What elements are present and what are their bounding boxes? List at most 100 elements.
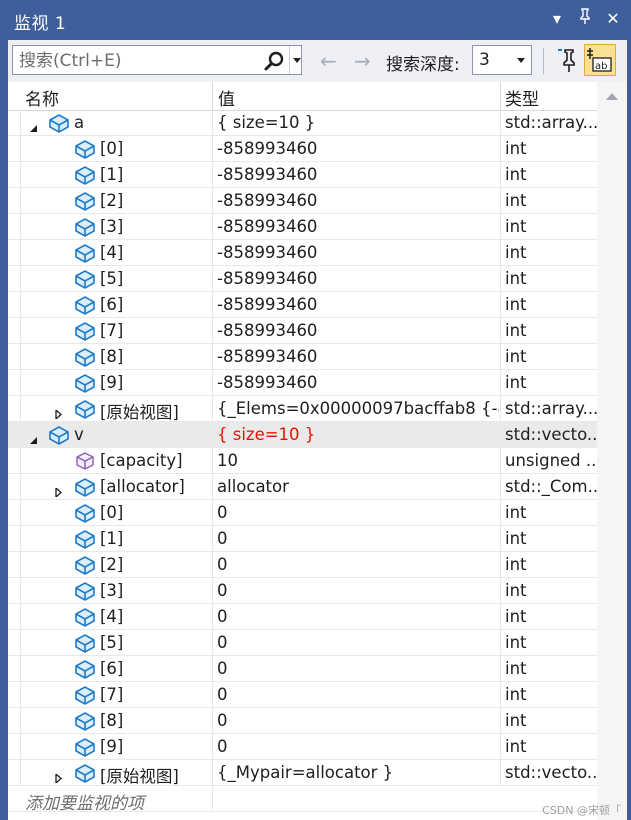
expand-triangle-icon[interactable] (54, 482, 63, 499)
pin-icon[interactable] (577, 8, 593, 28)
add-watch-placeholder[interactable]: 添加要监视的项 (25, 789, 144, 814)
row-value[interactable]: 0 (217, 581, 499, 600)
expand-triangle-icon[interactable] (54, 404, 63, 421)
row-value[interactable]: -858993460 (217, 165, 499, 184)
row-value[interactable]: allocator (217, 477, 499, 496)
search-input[interactable] (19, 51, 259, 71)
watch-row[interactable]: [8] 0 int (8, 708, 597, 734)
row-value[interactable]: { size=10 } (217, 425, 499, 444)
row-value[interactable]: -858993460 (217, 139, 499, 158)
row-value[interactable]: {_Elems=0x00000097bacffab8 {-8... (217, 399, 499, 418)
search-history-dropdown[interactable] (289, 46, 303, 74)
row-name[interactable]: [8] (100, 711, 123, 730)
pin-to-source-icon[interactable] (552, 46, 578, 74)
watch-row[interactable]: [6] -858993460 int (8, 292, 597, 318)
watch-row[interactable]: [4] -858993460 int (8, 240, 597, 266)
watch-row[interactable]: [7] -858993460 int (8, 318, 597, 344)
row-name[interactable]: [7] (100, 321, 123, 340)
row-name[interactable]: [4] (100, 607, 123, 626)
row-value[interactable]: -858993460 (217, 347, 499, 366)
watch-row[interactable]: [capacity] 10 unsigned ... (8, 448, 597, 474)
watch-row[interactable]: [0] -858993460 int (8, 136, 597, 162)
collapse-triangle-icon[interactable] (29, 430, 38, 444)
row-value[interactable]: 0 (217, 555, 499, 574)
column-header-type[interactable]: 类型 (505, 85, 539, 110)
row-name[interactable]: [2] (100, 555, 123, 574)
title-bar[interactable]: 监视 1 ▾ ✕ (8, 0, 627, 40)
row-name[interactable]: [4] (100, 243, 123, 262)
row-value[interactable]: -858993460 (217, 217, 499, 236)
watch-row[interactable]: [9] -858993460 int (8, 370, 597, 396)
row-name[interactable]: [0] (100, 139, 123, 158)
row-value[interactable]: -858993460 (217, 191, 499, 210)
row-value[interactable]: -858993460 (217, 269, 499, 288)
row-name[interactable]: [0] (100, 503, 123, 522)
search-icon[interactable] (263, 50, 285, 72)
row-name[interactable]: [7] (100, 685, 123, 704)
row-name[interactable]: [1] (100, 165, 123, 184)
watch-row[interactable]: [5] -858993460 int (8, 266, 597, 292)
column-header-value[interactable]: 值 (218, 85, 235, 110)
row-value[interactable]: -858993460 (217, 321, 499, 340)
row-name[interactable]: v (74, 425, 84, 444)
row-name[interactable]: [6] (100, 295, 123, 314)
column-separator[interactable] (500, 82, 501, 110)
row-value[interactable]: 0 (217, 711, 499, 730)
watch-row[interactable]: [9] 0 int (8, 734, 597, 760)
row-value[interactable]: { size=10 } (217, 113, 499, 132)
row-name[interactable]: [8] (100, 347, 123, 366)
watch-row[interactable]: [3] 0 int (8, 578, 597, 604)
watch-row[interactable]: [2] 0 int (8, 552, 597, 578)
collapse-triangle-icon[interactable] (29, 118, 38, 132)
watch-row[interactable]: [2] -858993460 int (8, 188, 597, 214)
row-value[interactable]: 0 (217, 529, 499, 548)
row-value[interactable]: 0 (217, 607, 499, 626)
row-value[interactable]: 0 (217, 737, 499, 756)
row-value[interactable]: -858993460 (217, 243, 499, 262)
expand-triangle-icon[interactable] (54, 768, 63, 785)
row-value[interactable]: 0 (217, 685, 499, 704)
row-value[interactable]: 10 (217, 451, 499, 470)
row-name[interactable]: [原始视图] (100, 399, 179, 423)
watch-row[interactable]: [allocator] allocator std::_Com... (8, 474, 597, 500)
watch-row[interactable]: [3] -858993460 int (8, 214, 597, 240)
column-separator[interactable] (212, 82, 213, 110)
row-name[interactable]: [capacity] (100, 451, 183, 470)
row-name[interactable]: [原始视图] (100, 763, 179, 787)
row-value[interactable]: 0 (217, 503, 499, 522)
watch-row[interactable]: [1] 0 int (8, 526, 597, 552)
add-watch-row[interactable]: 添加要监视的项 (8, 786, 597, 814)
row-value[interactable]: 0 (217, 659, 499, 678)
watch-row[interactable]: v { size=10 } std::vecto... (8, 422, 597, 448)
row-name[interactable]: [3] (100, 217, 123, 236)
search-depth-select[interactable]: 3 (472, 45, 532, 75)
row-name[interactable]: [6] (100, 659, 123, 678)
row-name[interactable]: [5] (100, 269, 123, 288)
row-name[interactable]: [5] (100, 633, 123, 652)
watch-row[interactable]: [4] 0 int (8, 604, 597, 630)
row-name[interactable]: [3] (100, 581, 123, 600)
dropdown-icon[interactable]: ▾ (549, 9, 565, 28)
row-value[interactable]: 0 (217, 633, 499, 652)
watch-row[interactable]: [5] 0 int (8, 630, 597, 656)
column-header-name[interactable]: 名称 (25, 85, 59, 110)
row-value[interactable]: {_Mypair=allocator } (217, 763, 499, 782)
watch-row[interactable]: [1] -858993460 int (8, 162, 597, 188)
watch-row[interactable]: [原始视图] {_Elems=0x00000097bacffab8 {-8... s… (8, 396, 597, 422)
row-name[interactable]: [allocator] (100, 477, 185, 496)
watch-row[interactable]: [原始视图] {_Mypair=allocator } std::vecto... (8, 760, 597, 786)
watch-row[interactable]: [8] -858993460 int (8, 344, 597, 370)
watch-row[interactable]: [7] 0 int (8, 682, 597, 708)
row-name[interactable]: [2] (100, 191, 123, 210)
hex-display-toggle[interactable]: ab (584, 44, 616, 76)
search-previous-icon[interactable]: ← (320, 49, 337, 73)
close-icon[interactable]: ✕ (605, 9, 621, 28)
watch-row[interactable]: [0] 0 int (8, 500, 597, 526)
scroll-up-icon[interactable] (606, 93, 618, 100)
watch-row[interactable]: [6] 0 int (8, 656, 597, 682)
row-name[interactable]: [9] (100, 373, 123, 392)
vertical-scrollbar[interactable] (597, 82, 627, 820)
search-box[interactable] (12, 45, 302, 75)
row-value[interactable]: -858993460 (217, 373, 499, 392)
row-name[interactable]: [9] (100, 737, 123, 756)
